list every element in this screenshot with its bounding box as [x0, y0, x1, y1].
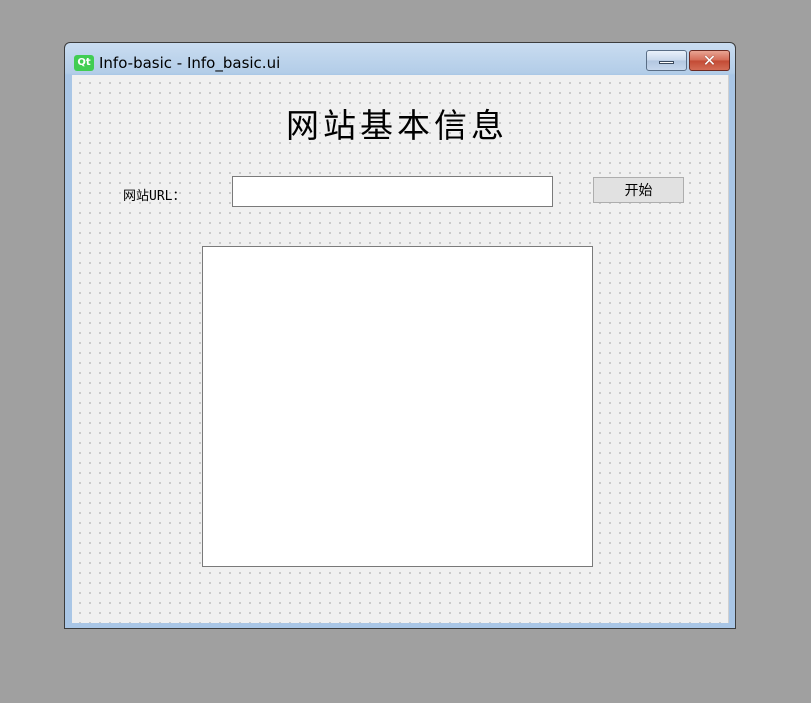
close-icon: ✕ [702, 51, 717, 70]
result-text-area[interactable] [202, 246, 593, 567]
app-window: Qt Info-basic - Info_basic.ui ✕ 网站基本信息 网… [64, 42, 736, 629]
url-input[interactable] [232, 176, 553, 207]
form-canvas: 网站基本信息 网站URL： 开始 [72, 75, 729, 623]
url-label: 网站URL： [123, 189, 186, 204]
close-button[interactable]: ✕ [689, 50, 730, 71]
start-button[interactable]: 开始 [593, 177, 684, 203]
title-bar[interactable]: Qt Info-basic - Info_basic.ui ✕ [65, 43, 735, 75]
qt-logo-icon: Qt [74, 55, 94, 71]
window-title: Info-basic - Info_basic.ui [99, 54, 281, 72]
page-title: 网站基本信息 [286, 106, 508, 145]
minimize-icon [659, 61, 674, 64]
minimize-button[interactable] [646, 50, 687, 71]
